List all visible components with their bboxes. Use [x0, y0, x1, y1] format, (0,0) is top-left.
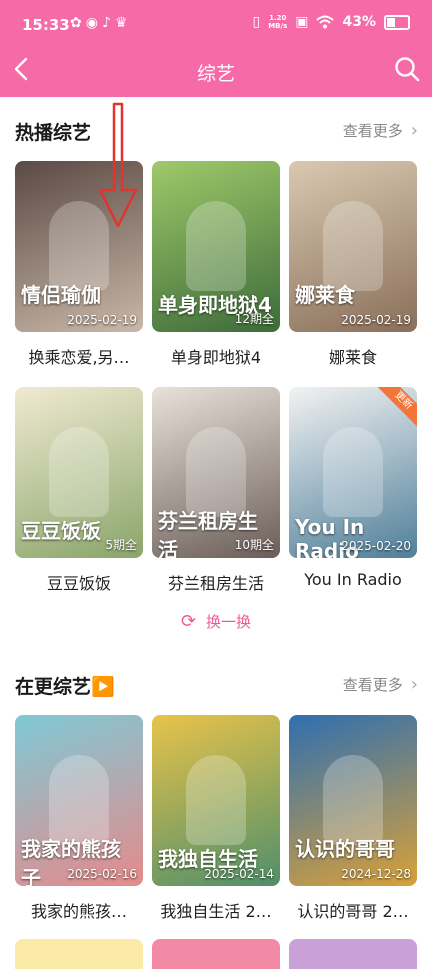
show-card[interactable]: 认识的哥哥 2024-12-28 认识的哥哥 2… — [289, 715, 417, 925]
episode-badge: 2025-02-14 — [204, 867, 274, 881]
show-title[interactable]: 豆豆饭饭 — [15, 570, 143, 594]
view-more-label: 查看更多 — [342, 122, 403, 140]
show-title[interactable]: 换乘恋爱,另… — [15, 344, 143, 368]
section-title-hot: 热播综艺 — [15, 122, 92, 144]
show-thumbnail[interactable]: 娜莱食 2025-02-19 — [289, 161, 417, 332]
net-speed-unit: MB/s — [268, 22, 288, 30]
poster-figure — [49, 427, 109, 517]
notification-icons: ✿◉♪♛ — [70, 15, 132, 31]
poster-figure — [323, 755, 383, 845]
show-thumbnail[interactable]: 豆豆饭饭 5期全 — [15, 387, 143, 558]
poster-caption: 娜莱食 — [295, 283, 355, 307]
poster-figure — [186, 201, 246, 291]
battery-percent: 43% — [342, 14, 376, 30]
section-title-updating: 在更综艺▶️ — [15, 676, 115, 698]
show-thumbnail[interactable]: You In Radio 更新 2025-02-20 — [289, 387, 417, 558]
show-title[interactable]: 娜莱食 — [289, 344, 417, 368]
chevron-right-icon: › — [410, 120, 418, 141]
show-card[interactable]: 我独自生活 2025-02-14 我独自生活 2… — [152, 715, 280, 925]
show-card[interactable]: 芬兰租房生活 10期全芬兰租房生活 — [152, 387, 280, 597]
search-icon[interactable] — [394, 56, 420, 82]
vibrate-icon: ▯ — [252, 14, 261, 30]
net-speed: 1.20 MB/s — [268, 14, 287, 30]
chevron-right-icon: › — [410, 674, 418, 695]
view-more-updating[interactable]: 查看更多 › — [343, 674, 418, 695]
battery-icon — [384, 14, 410, 30]
show-card[interactable]: 单身即地狱4 12期全单身即地狱4 — [152, 161, 280, 371]
episode-badge: 2025-02-19 — [341, 313, 411, 327]
poster-figure — [186, 427, 246, 517]
poster-figure — [323, 427, 383, 517]
show-title[interactable]: 认识的哥哥 2… — [289, 898, 417, 922]
show-title[interactable]: 芬兰租房生活 — [152, 570, 280, 594]
hot-section-header: 热播综艺 查看更多 › — [0, 118, 432, 148]
episode-badge: 2025-02-19 — [67, 313, 137, 327]
show-card[interactable]: You In Radio 更新 2025-02-20 You In Radio — [289, 387, 417, 597]
show-card[interactable]: 豆豆饭饭 5期全豆豆饭饭 — [15, 387, 143, 597]
poster-figure — [49, 755, 109, 845]
net-speed-value: 1.20 — [269, 14, 287, 22]
poster-figure — [323, 201, 383, 291]
view-more-hot[interactable]: 查看更多 › — [343, 120, 418, 141]
annotation-arrow-icon — [98, 102, 138, 228]
show-title[interactable]: You In Radio — [289, 570, 417, 589]
refresh-button[interactable]: ⟳ 换一换 — [0, 611, 432, 632]
updating-section-header: 在更综艺▶️ 查看更多 › — [0, 672, 432, 702]
status-bar: 15:33 ✿◉♪♛ ▯ 1.20 MB/s ▣ 43% — [0, 0, 432, 50]
next-row-thumbnail[interactable] — [289, 939, 417, 969]
top-bar: 15:33 ✿◉♪♛ ▯ 1.20 MB/s ▣ 43% 综艺 — [0, 0, 432, 97]
show-title[interactable]: 我独自生活 2… — [152, 898, 280, 922]
episode-badge: 2024-12-28 — [341, 867, 411, 881]
episode-badge: 10期全 — [234, 538, 274, 552]
show-card[interactable]: 我家的熊孩子 2025-02-16 我家的熊孩… — [15, 715, 143, 925]
show-title[interactable]: 我家的熊孩… — [15, 898, 143, 922]
episode-badge: 12期全 — [234, 312, 274, 326]
refresh-label: 换一换 — [206, 613, 252, 631]
sim-icon: ▣ — [295, 14, 309, 30]
nav-bar: 综艺 — [0, 50, 432, 97]
show-thumbnail[interactable]: 我家的熊孩子 2025-02-16 — [15, 715, 143, 886]
show-thumbnail[interactable]: 芬兰租房生活 10期全 — [152, 387, 280, 558]
show-title[interactable]: 单身即地狱4 — [152, 344, 280, 368]
show-thumbnail[interactable]: 认识的哥哥 2024-12-28 — [289, 715, 417, 886]
wifi-icon — [316, 15, 335, 29]
poster-caption: 认识的哥哥 — [295, 837, 395, 861]
status-time: 15:33 — [22, 16, 70, 34]
episode-badge: 5期全 — [105, 538, 137, 552]
page-title: 综艺 — [196, 63, 235, 85]
episode-badge: 2025-02-16 — [67, 867, 137, 881]
next-row-thumbnail[interactable] — [152, 939, 280, 969]
show-card[interactable]: 娜莱食 2025-02-19 娜莱食 — [289, 161, 417, 371]
show-thumbnail[interactable]: 我独自生活 2025-02-14 — [152, 715, 280, 886]
poster-figure — [186, 755, 246, 845]
status-right: ▯ 1.20 MB/s ▣ 43% — [252, 14, 410, 30]
poster-caption: 情侣瑜伽 — [21, 283, 101, 307]
view-more-label: 查看更多 — [342, 676, 403, 694]
episode-badge: 2025-02-20 — [341, 539, 411, 553]
next-row-thumbnail[interactable] — [15, 939, 143, 969]
show-thumbnail[interactable]: 单身即地狱4 12期全 — [152, 161, 280, 332]
refresh-icon: ⟳ — [180, 611, 197, 632]
